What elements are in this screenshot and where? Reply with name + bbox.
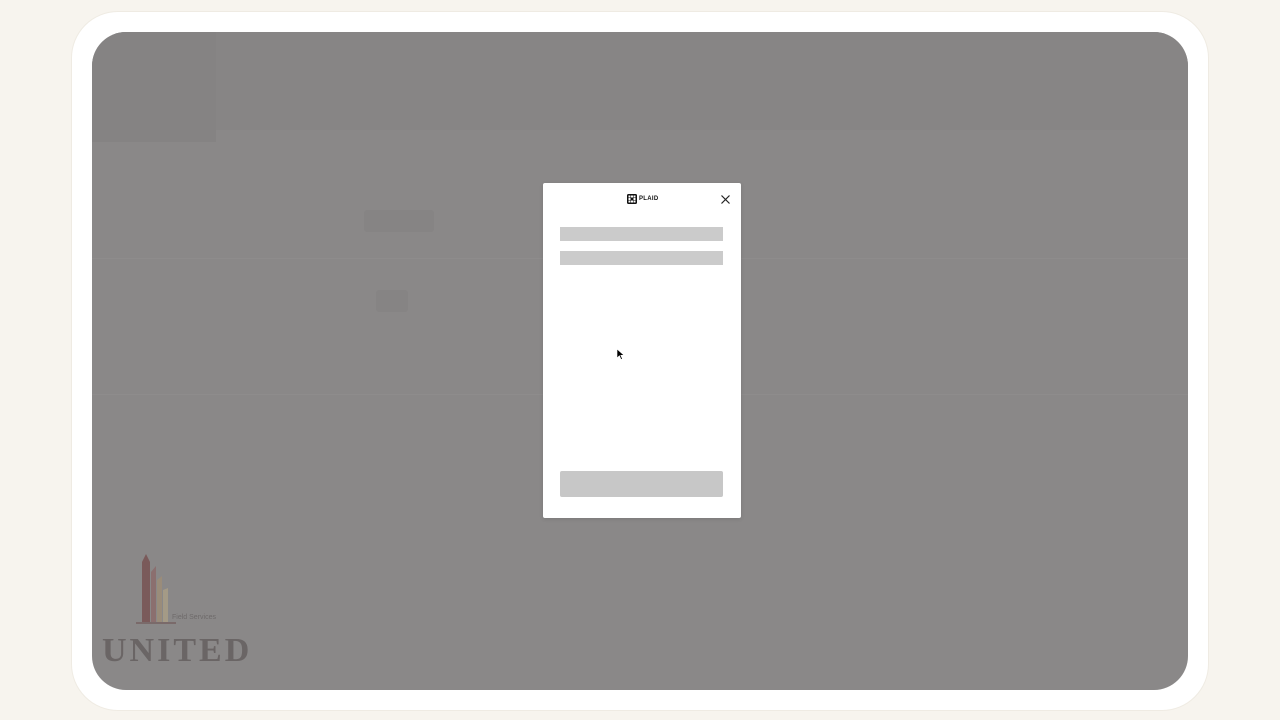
plaid-wordmark: PLAID [639, 196, 659, 202]
mouse-cursor-icon [617, 349, 625, 360]
close-button[interactable] [718, 192, 732, 206]
plaid-logo: PLAID [627, 193, 659, 205]
company-logo: Field Services UNITED [102, 544, 292, 668]
plaid-link-modal: PLAID [543, 183, 741, 518]
background-topbar [216, 32, 1188, 130]
building-logo-icon [136, 554, 176, 624]
loading-skeleton-subtitle [560, 251, 723, 265]
plaid-logo-icon [627, 194, 637, 204]
close-icon [720, 194, 730, 204]
modal-header: PLAID [543, 193, 741, 209]
loading-skeleton-title [560, 227, 723, 241]
loading-skeleton-button[interactable] [560, 471, 723, 497]
logo-wordmark: UNITED [102, 632, 253, 669]
background-heading [364, 210, 434, 232]
logo-subtitle: Field Services [172, 614, 216, 621]
background-sidebar [92, 32, 216, 142]
background-chip [376, 290, 408, 312]
